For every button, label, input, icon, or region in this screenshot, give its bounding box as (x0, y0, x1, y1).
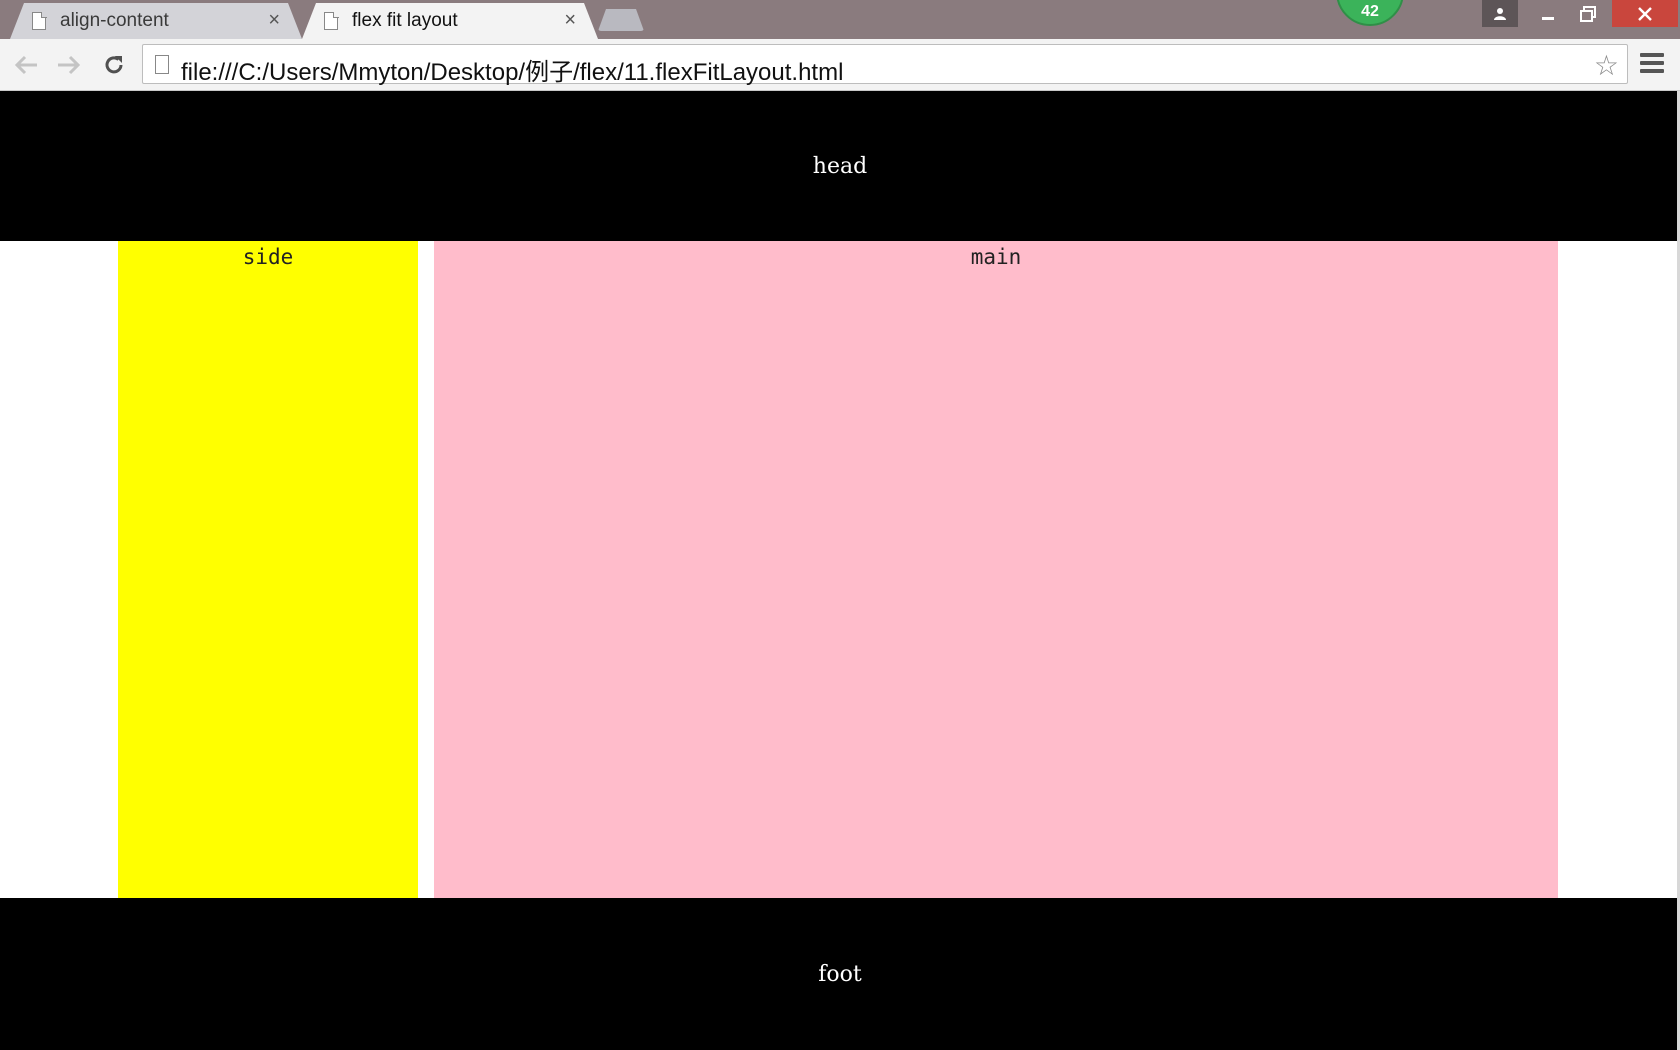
maximize-icon (1580, 5, 1596, 22)
hamburger-menu-icon (1640, 53, 1664, 57)
reload-button[interactable] (98, 49, 130, 81)
main-label: main (970, 245, 1022, 269)
star-icon[interactable]: ☆ (1594, 49, 1619, 82)
menu-button[interactable] (1640, 53, 1664, 75)
page-viewport: head side main foot (0, 91, 1680, 1050)
tab-flex-fit-layout[interactable]: flex fit layout × (302, 3, 598, 39)
forward-button[interactable] (53, 49, 85, 81)
profile-button[interactable] (1482, 0, 1518, 27)
arrow-right-icon (58, 55, 81, 75)
foot-label: foot (818, 961, 862, 987)
page-icon (324, 12, 338, 30)
maximize-button[interactable] (1566, 0, 1610, 27)
main-column: main (434, 241, 1558, 898)
notification-badge[interactable]: 42 (1336, 0, 1404, 26)
tab-align-content[interactable]: align-content × (10, 3, 302, 39)
browser-window: align-content × flex fit layout × 42 fil… (0, 0, 1680, 1050)
minimize-icon (1542, 16, 1554, 20)
head-label: head (812, 153, 868, 179)
page-icon (32, 12, 46, 30)
new-tab-button[interactable] (598, 9, 644, 31)
side-column: side (118, 241, 418, 898)
side-label: side (242, 245, 294, 269)
browser-toolbar: file:///C:/Users/Mmyton/Desktop/例子/flex/… (0, 39, 1680, 91)
address-bar[interactable]: file:///C:/Users/Mmyton/Desktop/例子/flex/… (142, 44, 1628, 87)
person-icon (1494, 7, 1506, 20)
close-icon (1638, 6, 1652, 21)
back-button[interactable] (10, 49, 42, 81)
minimize-button[interactable] (1526, 0, 1570, 27)
close-tab-icon[interactable]: × (564, 9, 576, 31)
close-tab-icon[interactable]: × (268, 9, 280, 31)
foot-section: foot (0, 898, 1680, 1050)
arrow-left-icon (14, 55, 37, 75)
head-section: head (0, 91, 1680, 241)
page-icon (155, 55, 169, 74)
reload-icon (105, 56, 123, 74)
close-window-button[interactable] (1612, 0, 1678, 27)
url-text[interactable]: file:///C:/Users/Mmyton/Desktop/例子/flex/… (181, 52, 843, 87)
title-bar: align-content × flex fit layout × 42 (0, 0, 1680, 39)
tab-title: flex fit layout (352, 10, 458, 31)
tab-title: align-content (60, 10, 169, 31)
